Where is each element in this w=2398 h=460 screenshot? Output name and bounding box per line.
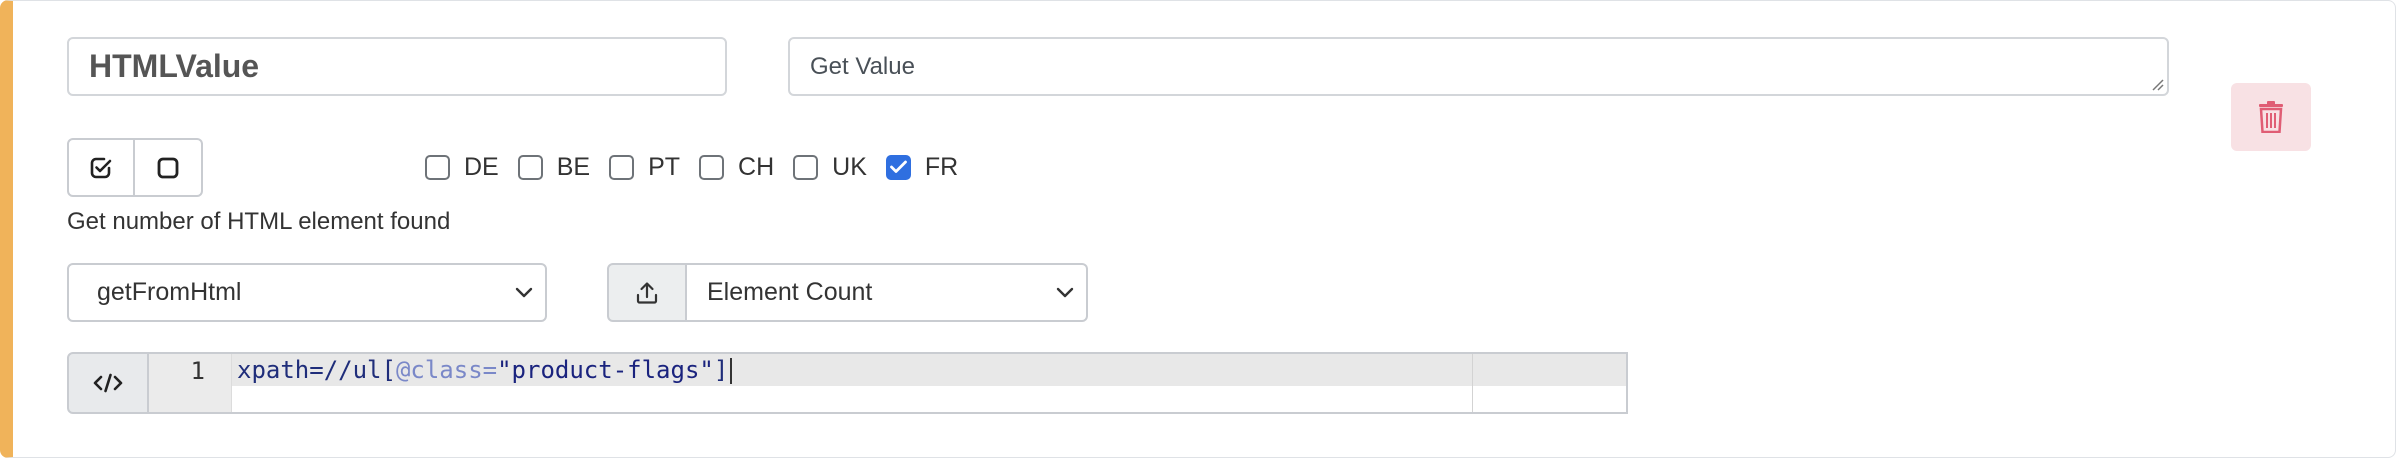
output-select-group: Element Count (607, 263, 1088, 322)
country-checkbox-uk[interactable]: UK (793, 153, 867, 182)
checkbox-ch[interactable] (699, 154, 725, 180)
code-token-bracket: ] (713, 356, 729, 384)
code-editor[interactable]: 1 xpath=//ul[@class="product-flags"] (149, 352, 1628, 414)
country-label-fr: FR (924, 152, 959, 181)
checkbox-checked-icon (90, 157, 112, 178)
resize-grip-icon[interactable] (2150, 77, 2164, 91)
checkbox-empty-icon (157, 157, 179, 178)
upload-icon (636, 281, 658, 304)
code-toggle-button[interactable] (67, 352, 149, 414)
country-checkbox-de[interactable]: DE (425, 153, 499, 182)
delete-button[interactable] (2231, 83, 2311, 151)
select-toggle-group (67, 138, 203, 197)
country-label-uk: UK (832, 152, 867, 181)
upload-button[interactable] (607, 263, 687, 322)
checkbox-uk[interactable] (793, 154, 819, 180)
output-select-value: Element Count (707, 278, 873, 306)
deselect-all-button[interactable] (135, 138, 203, 197)
code-line[interactable]: xpath=//ul[@class="product-flags"] (237, 355, 733, 385)
name-input[interactable]: HTMLValue (67, 37, 727, 96)
country-label-ch: CH (738, 152, 775, 181)
code-token-path: xpath=//ul[ (237, 356, 396, 384)
country-checkbox-ch[interactable]: CH (699, 153, 774, 182)
name-input-value: HTMLValue (89, 48, 260, 84)
country-label-pt: PT (648, 152, 681, 181)
country-checkbox-fr[interactable]: FR (885, 152, 959, 182)
description-textarea[interactable]: Get Value (788, 37, 2169, 96)
select-all-button[interactable] (67, 138, 135, 197)
checkbox-pt[interactable] (609, 154, 635, 180)
code-icon (93, 373, 123, 393)
action-card: HTMLValue Get Value DE BE PT CH UK FR Ge… (0, 0, 2396, 458)
code-token-string: "product-flags" (497, 356, 714, 384)
country-checkboxes: DE BE PT CH UK FR (425, 147, 977, 187)
editor-gutter: 1 (149, 354, 232, 412)
checkbox-be[interactable] (517, 154, 543, 180)
line-number: 1 (190, 357, 205, 385)
help-text: Get number of HTML element found (67, 208, 451, 235)
code-token-attr: @class= (395, 356, 498, 384)
description-placeholder: Get Value (810, 52, 915, 80)
checkbox-fr[interactable] (885, 154, 911, 180)
country-label-be: BE (556, 152, 591, 181)
country-checkbox-be[interactable]: BE (517, 152, 591, 182)
print-margin-line (1472, 354, 1473, 412)
country-label-de: DE (464, 152, 499, 181)
chevron-down-icon (1056, 287, 1074, 297)
text-caret (730, 358, 733, 384)
country-checkbox-pt[interactable]: PT (609, 153, 680, 182)
code-editor-group: 1 xpath=//ul[@class="product-flags"] (67, 352, 1628, 414)
checkbox-de[interactable] (425, 154, 450, 180)
checkmark-icon (889, 160, 907, 173)
trash-icon (2259, 101, 2283, 133)
method-select-value: getFromHtml (97, 278, 242, 306)
method-select[interactable]: getFromHtml (67, 263, 547, 322)
output-select[interactable]: Element Count (687, 263, 1088, 322)
chevron-down-icon (515, 287, 533, 297)
